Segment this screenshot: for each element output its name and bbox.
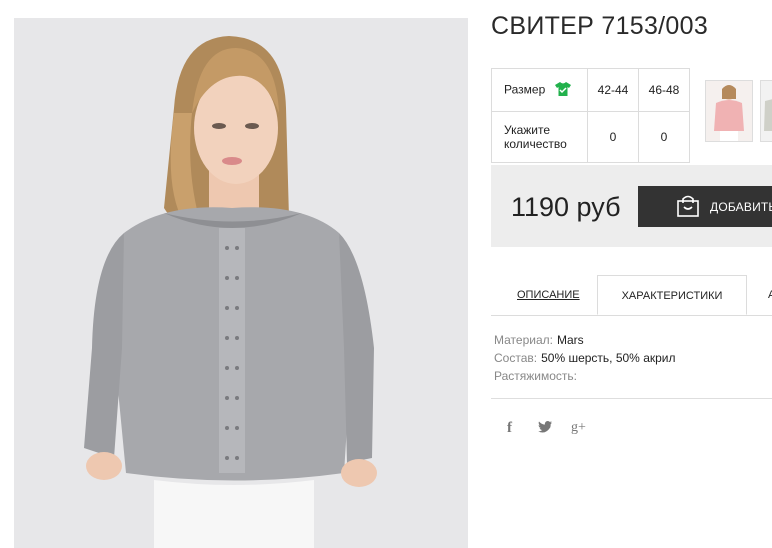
spec-key: Материал: — [494, 333, 553, 347]
spec-row-composition: Состав: 50% шерсть, 50% акрил — [494, 349, 676, 367]
tab-description[interactable]: ОПИСАНИЕ — [517, 275, 580, 315]
facebook-icon[interactable]: f — [507, 420, 512, 437]
color-thumbnail-second[interactable] — [760, 80, 772, 142]
tab-characteristics[interactable]: ХАРАКТЕРИСТИКИ — [597, 275, 747, 315]
product-title: СВИТЕР 7153/003 — [491, 12, 709, 40]
size-quantity-table: Размер 42-44 46-48 Укажите количество 0 … — [491, 68, 690, 163]
spec-key: Растяжимость: — [494, 369, 578, 383]
google-plus-icon[interactable]: g+ — [571, 420, 586, 436]
color-thumbnail-pink[interactable] — [705, 80, 753, 142]
characteristics-list: Материал: Mars Состав: 50% шерсть, 50% акр… — [494, 331, 676, 385]
quantity-label: Укажите количество — [491, 111, 588, 163]
spec-row-stretch: Растяжимость: — [494, 367, 676, 385]
quantity-input-46-48[interactable]: 0 — [638, 111, 690, 163]
price: 1190 руб — [511, 192, 621, 222]
quantity-input-42-44[interactable]: 0 — [587, 111, 639, 163]
twitter-icon[interactable] — [538, 420, 552, 436]
product-tabs: ОПИСАНИЕ ХАРАКТЕРИСТИКИ А — [491, 275, 772, 316]
shopping-bag-icon — [676, 194, 700, 221]
price-box: 1190 руб ДОБАВИТЬ — [491, 165, 772, 247]
size-label: Размер — [504, 82, 546, 97]
spec-row-material: Материал: Mars — [494, 331, 676, 349]
spec-value: Mars — [556, 333, 584, 347]
spec-value: 50% шерсть, 50% акрил — [541, 351, 676, 365]
tab-more[interactable]: А — [768, 275, 772, 315]
spec-key: Состав: — [494, 351, 538, 365]
product-photo[interactable] — [14, 18, 468, 548]
shirt-icon[interactable] — [554, 81, 571, 99]
divider — [491, 398, 772, 399]
add-to-cart-button[interactable]: ДОБАВИТЬ — [638, 186, 772, 227]
size-option-42-44[interactable]: 42-44 — [587, 68, 639, 112]
size-label-cell: Размер — [491, 68, 588, 112]
size-option-46-48[interactable]: 46-48 — [638, 68, 690, 112]
product-image — [14, 18, 468, 548]
add-to-cart-label: ДОБАВИТЬ — [710, 200, 772, 214]
